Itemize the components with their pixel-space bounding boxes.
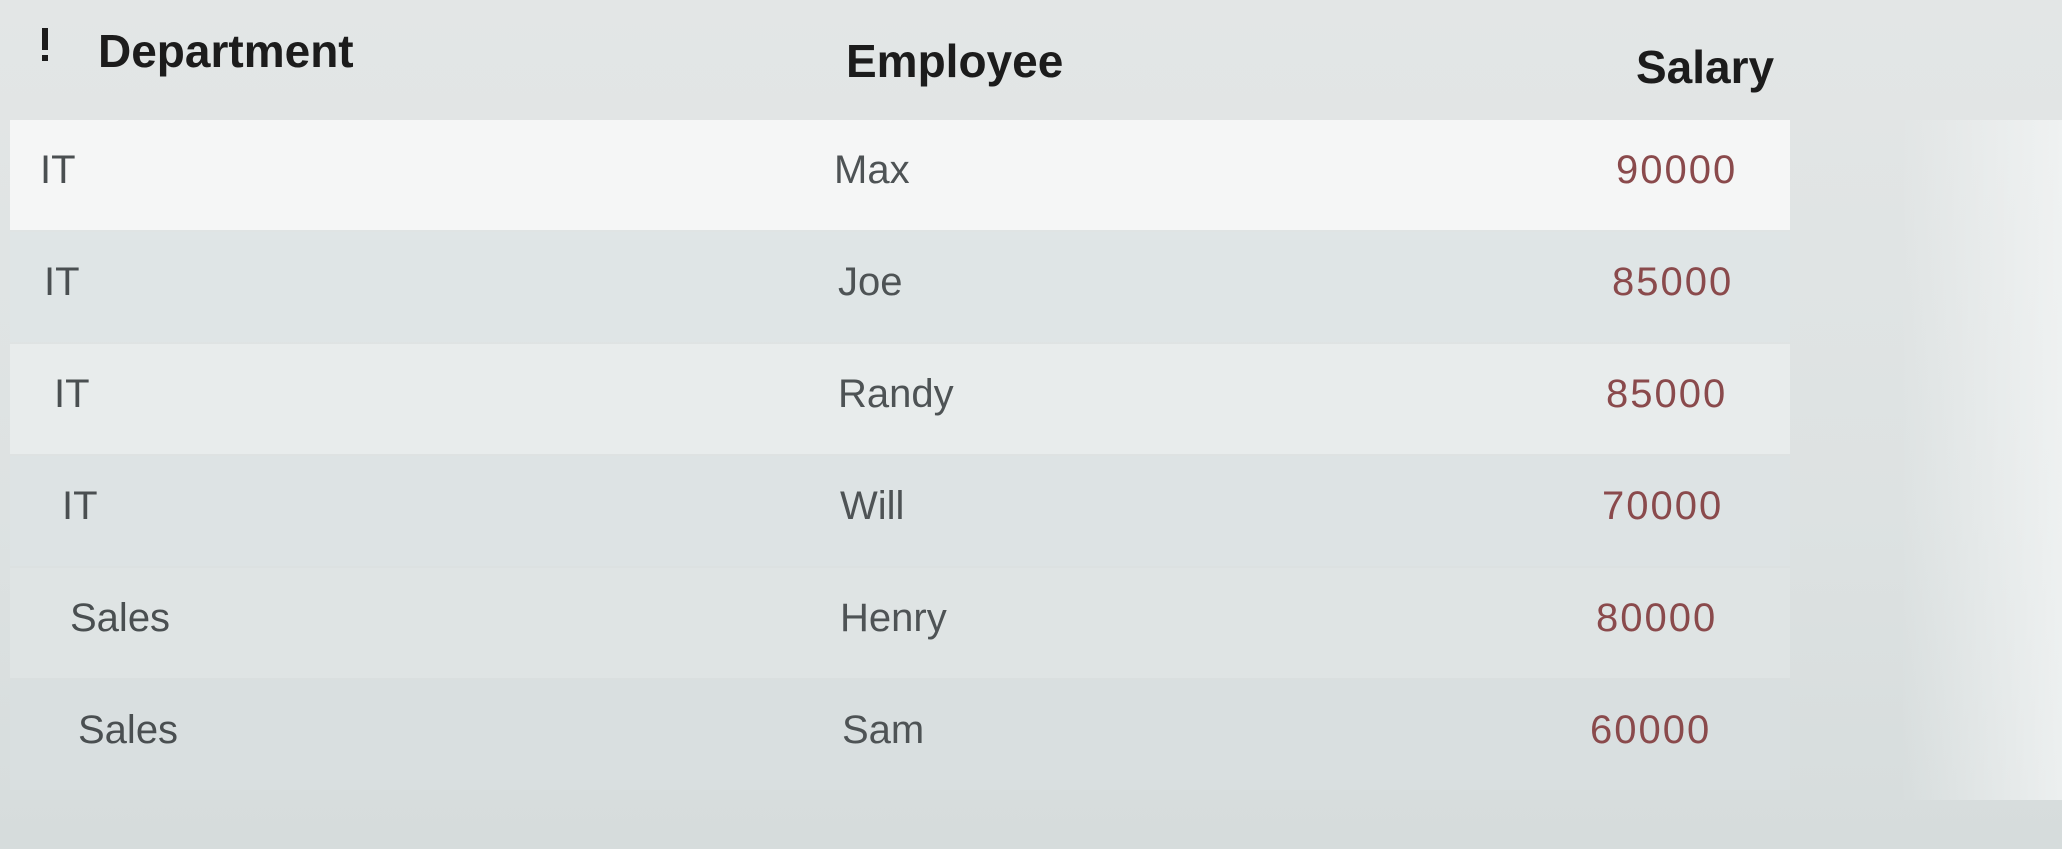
cell-department: IT [54,372,90,416]
cell-salary: 90000 [1616,148,1738,192]
cell-salary: 80000 [1596,596,1718,640]
cell-department: IT [40,148,76,192]
sort-indicator-icon[interactable] [38,28,52,62]
cell-salary: 70000 [1602,484,1724,528]
cell-employee: Randy [838,372,954,416]
data-table: Department Employee Salary IT Max 90000 … [0,0,2062,849]
background-sheen [1900,120,2062,800]
cell-salary: 85000 [1612,260,1734,304]
column-header-employee[interactable]: Employee [846,34,1063,88]
column-header-salary[interactable]: Salary [1636,40,1774,94]
table-row[interactable]: Sales Sam 60000 [10,680,1790,790]
table-row[interactable]: IT Randy 85000 [10,344,1790,454]
cell-department: Sales [70,596,171,640]
column-header-department[interactable]: Department [98,24,354,78]
cell-employee: Henry [840,596,947,640]
cell-employee: Will [840,484,905,528]
table-row[interactable]: IT Will 70000 [10,456,1790,566]
table-row[interactable]: IT Max 90000 [10,120,1790,230]
table-row[interactable]: IT Joe 85000 [10,232,1790,342]
cell-employee: Sam [842,708,925,752]
cell-department: IT [44,260,80,304]
cell-salary: 60000 [1590,708,1712,752]
table-header-row: Department Employee Salary [0,0,2062,120]
cell-department: Sales [78,708,179,752]
cell-salary: 85000 [1606,372,1728,416]
cell-employee: Joe [838,260,903,304]
table-row[interactable]: Sales Henry 80000 [10,568,1790,678]
cell-department: IT [62,484,98,528]
cell-employee: Max [834,148,910,192]
